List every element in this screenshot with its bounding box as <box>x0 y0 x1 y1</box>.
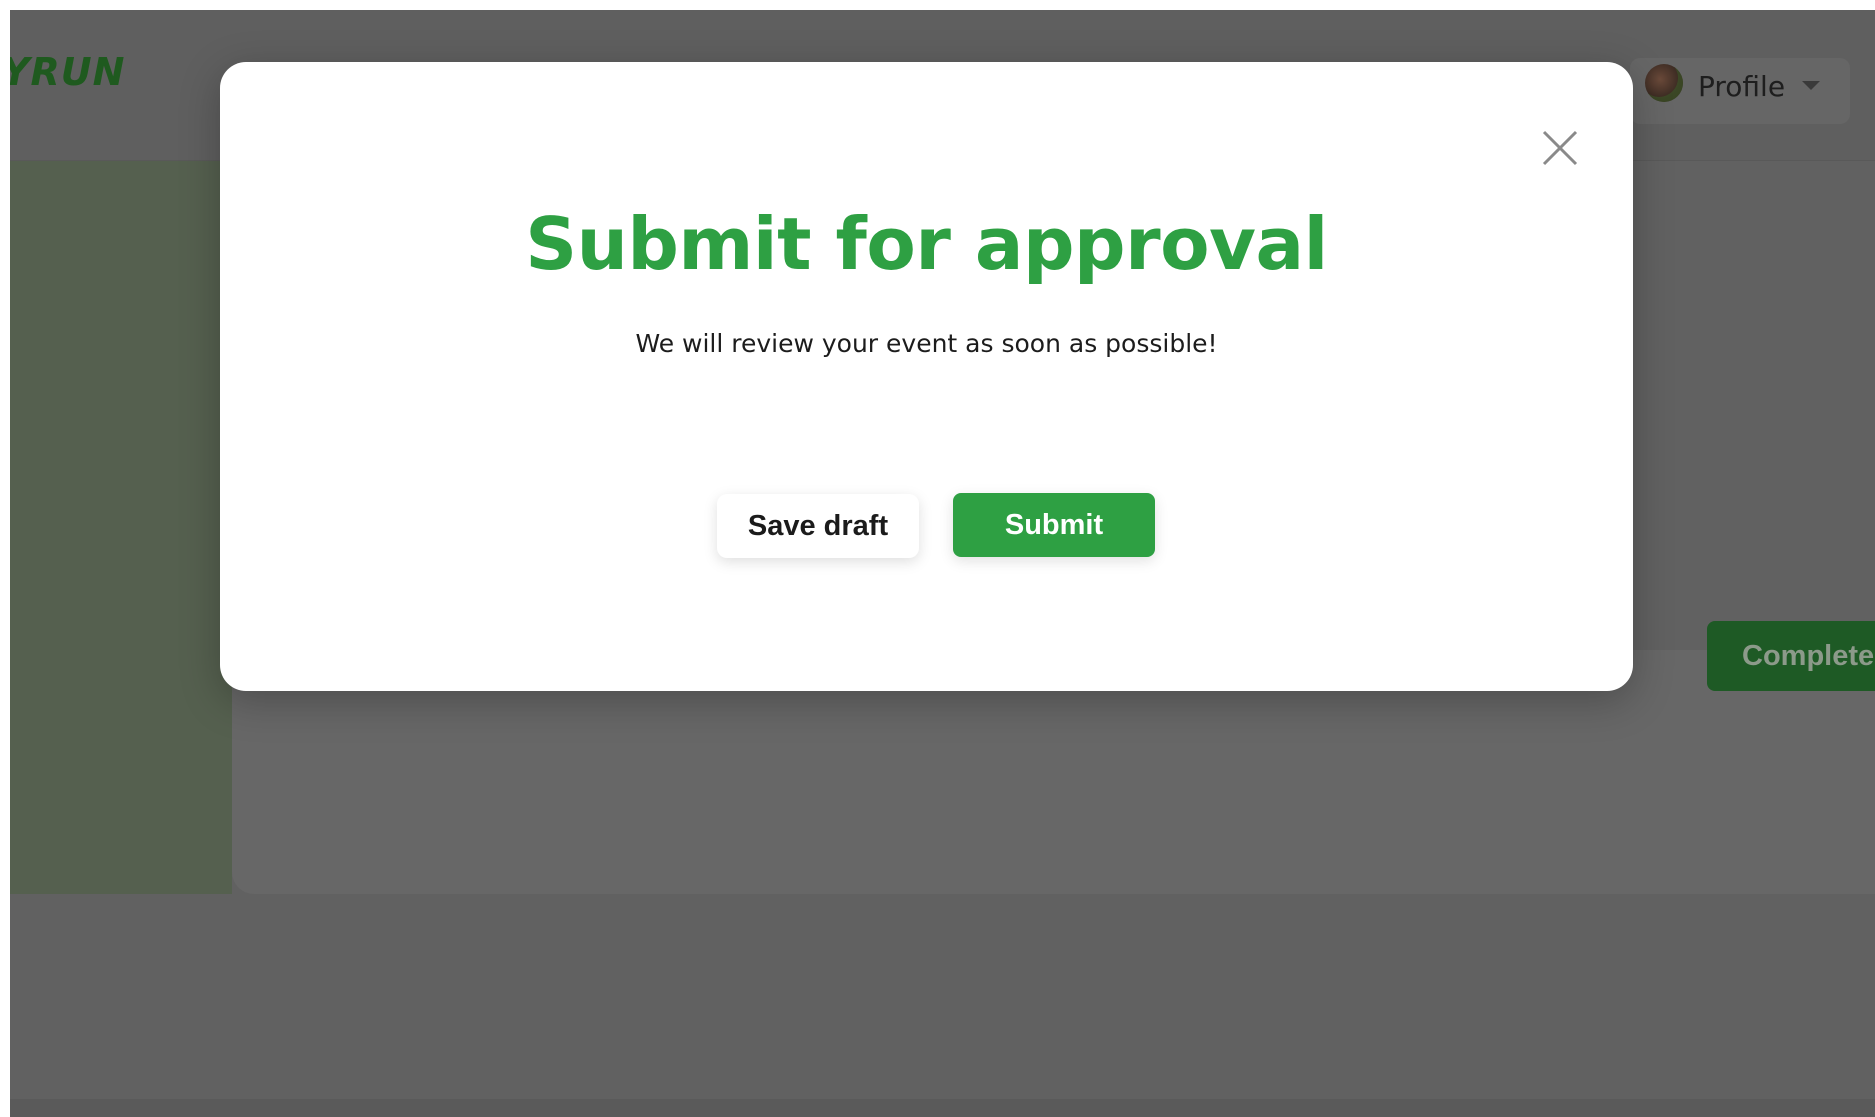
save-draft-button[interactable]: Save draft <box>717 494 919 558</box>
footer-strip <box>10 1099 1875 1117</box>
modal-subtitle: We will review your event as soon as pos… <box>635 329 1218 358</box>
modal-title: Submit for approval <box>525 202 1328 286</box>
left-side-panel <box>10 161 232 894</box>
submit-button[interactable]: Submit <box>953 493 1155 557</box>
caret-down-icon[interactable] <box>1802 81 1820 90</box>
app-window: YRUN Profile Complete Submit for approva… <box>10 10 1875 1117</box>
submit-approval-modal: Submit for approval We will review your … <box>220 62 1633 691</box>
avatar[interactable] <box>1645 64 1683 102</box>
close-icon[interactable] <box>1540 128 1580 168</box>
complete-button[interactable]: Complete <box>1707 621 1875 691</box>
app-logo[interactable]: YRUN <box>10 50 125 94</box>
profile-label[interactable]: Profile <box>1698 70 1785 103</box>
